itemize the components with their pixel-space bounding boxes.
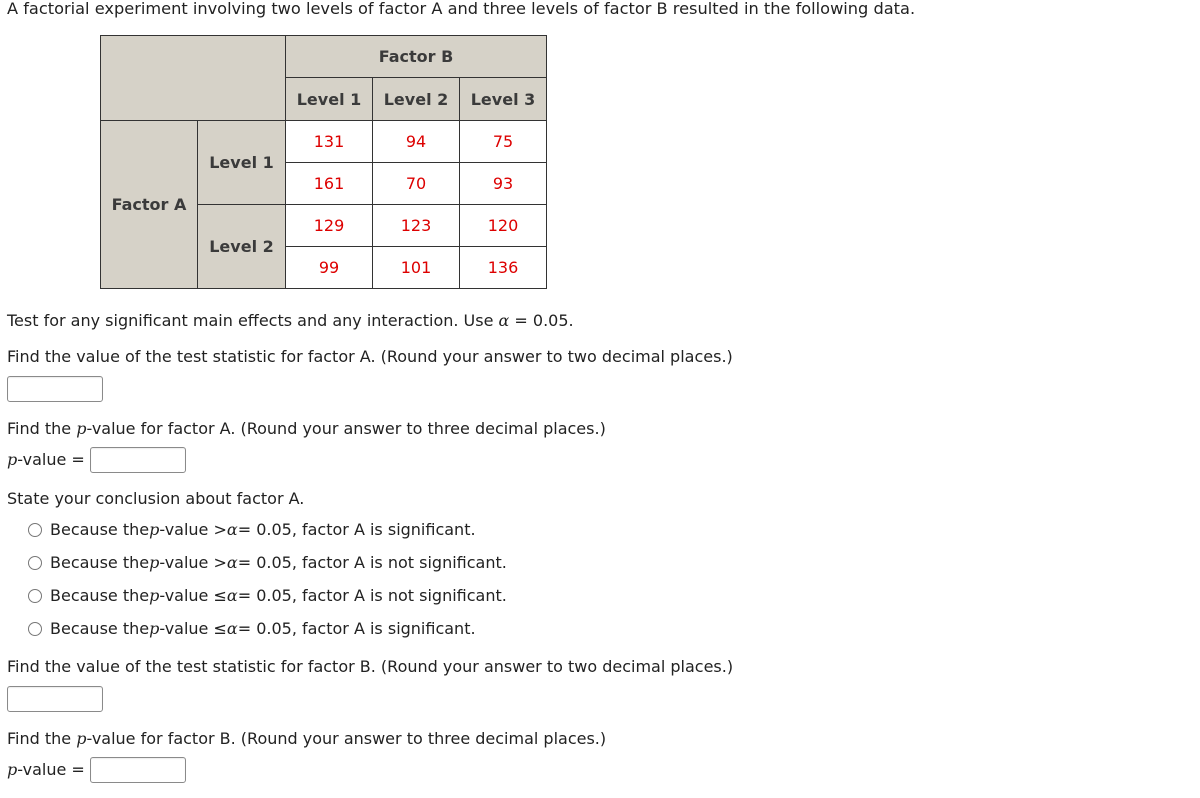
- stat-b-input[interactable]: [7, 686, 103, 712]
- stat-a-input[interactable]: [7, 376, 103, 402]
- b-level-3-header: Level 3: [459, 77, 547, 121]
- cell: 75: [459, 120, 547, 163]
- instruction-text: Test for any significant main effects an…: [7, 311, 574, 330]
- radio-button[interactable]: [28, 588, 42, 603]
- data-table: Factor B Level 1 Level 2 Level 3 Factor …: [100, 35, 547, 289]
- table-row: Factor A Level 1 131 94 75: [100, 120, 547, 289]
- cell: 129: [285, 204, 373, 247]
- question-p-a: Find the p-value for factor A. (Round yo…: [7, 419, 606, 438]
- cell: 123: [372, 204, 460, 247]
- question-stat-b: Find the value of the test statistic for…: [7, 657, 734, 676]
- radio-button[interactable]: [28, 621, 42, 636]
- cell: 70: [372, 162, 460, 205]
- cell: 94: [372, 120, 460, 163]
- b-level-1-header: Level 1: [285, 77, 373, 121]
- factor-b-header: Factor B: [285, 35, 547, 78]
- conclusion-a-option[interactable]: Because the p -value > α = 0.05, factor A…: [28, 553, 507, 572]
- conclusion-a-option[interactable]: Because the p -value > α = 0.05, factor A…: [28, 520, 476, 539]
- question-p-b: Find the p-value for factor B. (Round yo…: [7, 729, 607, 748]
- cell: 136: [459, 246, 547, 289]
- radio-button[interactable]: [28, 555, 42, 570]
- p-value-b-input[interactable]: [90, 757, 186, 783]
- radio-button[interactable]: [28, 522, 42, 537]
- cell: 99: [285, 246, 373, 289]
- intro-text: A factorial experiment involving two lev…: [7, 0, 916, 18]
- a-level-2-header: Level 2: [197, 204, 286, 289]
- question-stat-a: Find the value of the test statistic for…: [7, 347, 733, 366]
- conclusion-a-prompt: State your conclusion about factor A.: [7, 489, 305, 508]
- p-value-a-input[interactable]: [90, 447, 186, 473]
- cell: 93: [459, 162, 547, 205]
- cell: 131: [285, 120, 373, 163]
- b-level-2-header: Level 2: [372, 77, 460, 121]
- table-corner: [100, 35, 286, 121]
- p-value-b-label: p-value =: [7, 760, 85, 779]
- cell: 161: [285, 162, 373, 205]
- cell: 120: [459, 204, 547, 247]
- alpha-symbol: α: [498, 311, 510, 330]
- a-level-1-header: Level 1: [197, 120, 286, 205]
- p-value-a-label: p-value =: [7, 450, 85, 469]
- cell: 101: [372, 246, 460, 289]
- factor-a-header: Factor A: [100, 120, 198, 289]
- conclusion-a-option[interactable]: Because the p -value ≤ α = 0.05, factor A…: [28, 619, 476, 638]
- conclusion-a-option[interactable]: Because the p -value ≤ α = 0.05, factor A…: [28, 586, 507, 605]
